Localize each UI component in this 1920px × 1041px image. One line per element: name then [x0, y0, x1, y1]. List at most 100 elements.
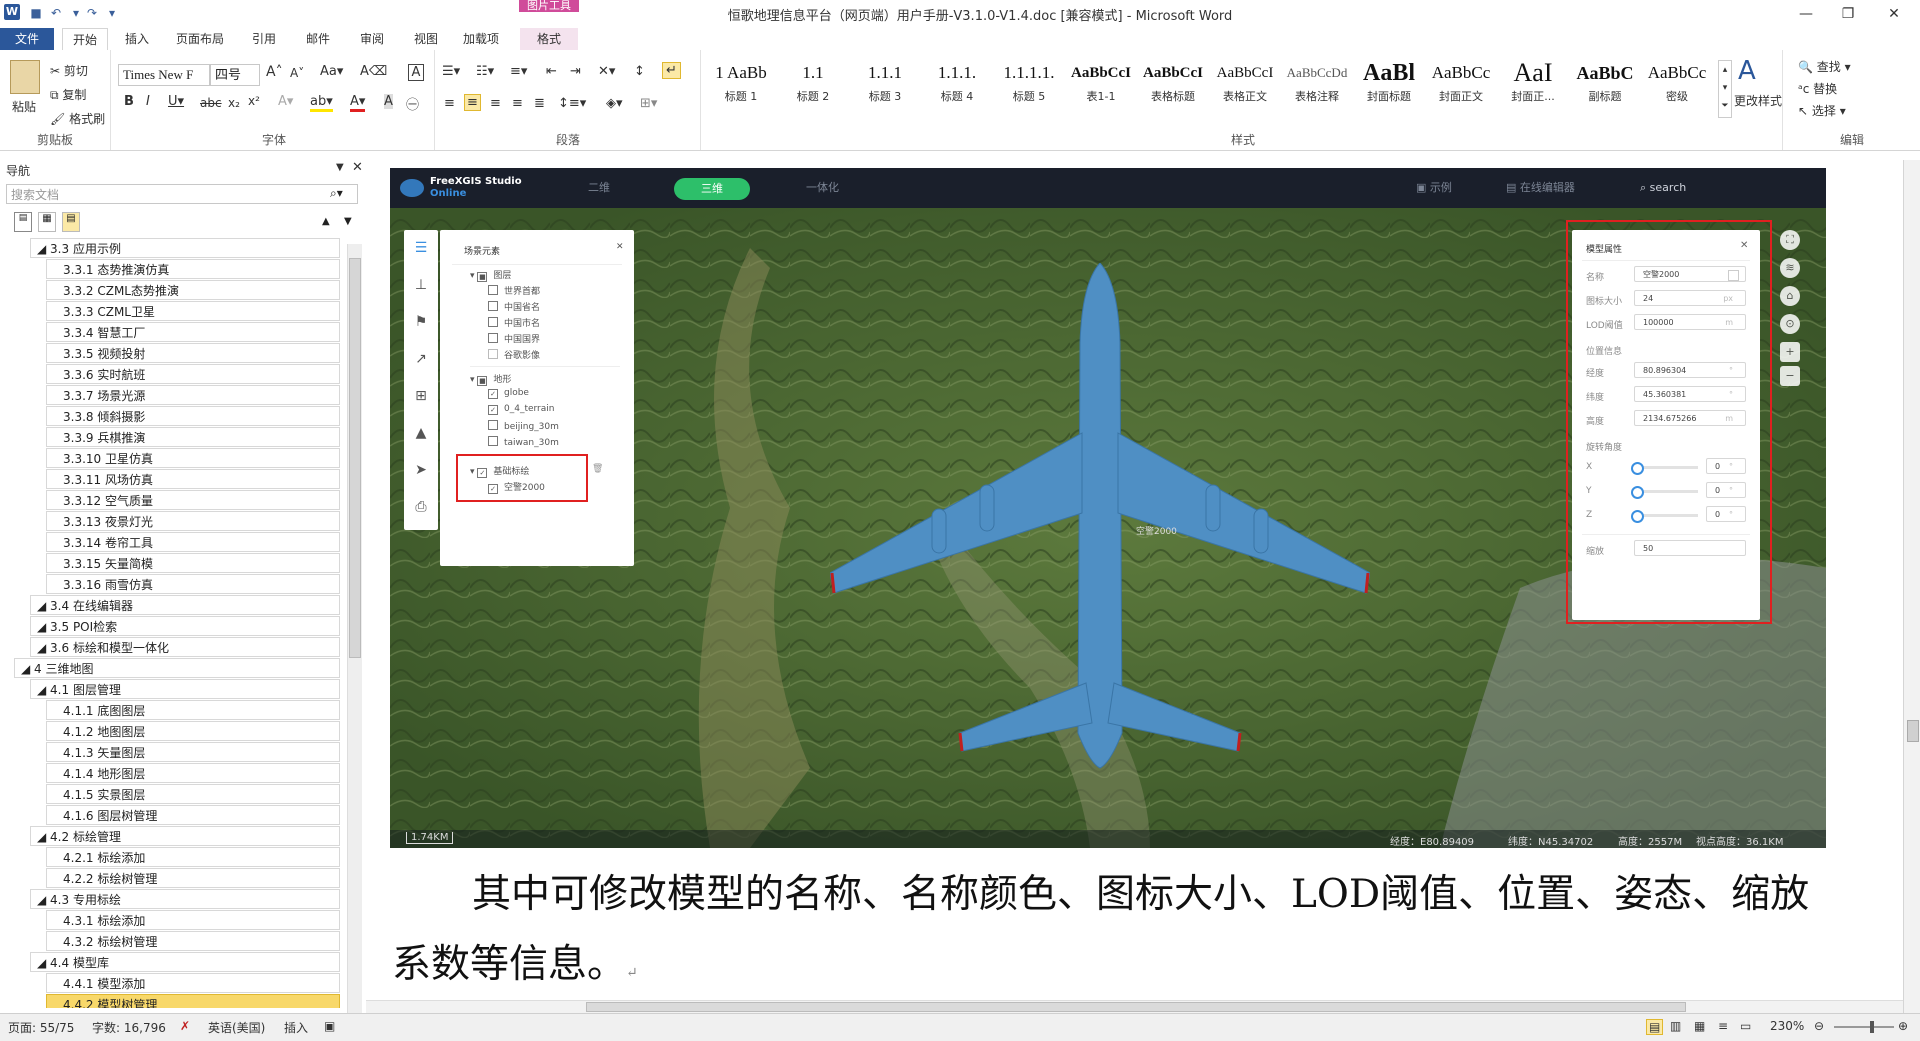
change-styles-icon[interactable]: A [1738, 56, 1756, 86]
full-screen-reading-icon[interactable]: ▥ [1670, 1019, 1681, 1033]
terrain-item[interactable]: beijing_30m [488, 420, 559, 432]
style-table-note[interactable]: AaBbCcDd 表格注释 [1282, 58, 1352, 116]
grow-font-icon[interactable]: A˄ [266, 64, 283, 80]
document-body-text[interactable]: 其中可修改模型的名称、名称颜色、图标大小、LOD阈值、位置、姿态、缩放系数等信息… [392, 860, 1832, 1008]
paste-icon[interactable] [10, 60, 40, 94]
nav-heading-item[interactable]: ◢ 3.4 在线编辑器 [30, 595, 340, 615]
align-center-icon[interactable]: ≡ [464, 94, 481, 111]
flag-icon[interactable]: ⚑ [404, 304, 438, 340]
style-cover-body-2[interactable]: AaI 封面正... [1498, 58, 1568, 116]
change-styles-button[interactable]: 更改样式 [1734, 92, 1782, 109]
nav-heading-item[interactable]: 4.4.2 模型树管理 [46, 994, 340, 1008]
nav-headings-view-icon[interactable]: ▤ [14, 212, 32, 232]
tab-review[interactable]: 审阅 [350, 28, 394, 50]
copy-button[interactable]: ⧉ 复制 [50, 86, 86, 103]
route-icon[interactable]: ↗ [404, 341, 438, 377]
nav-search-input[interactable]: 搜索文档 [6, 184, 358, 204]
tab-addins[interactable]: 加载项 [456, 28, 506, 50]
font-color-icon[interactable]: A▾ [350, 94, 366, 112]
tab-insert[interactable]: 插入 [116, 28, 158, 50]
tab-view[interactable]: 视图 [404, 28, 448, 50]
terrain-item[interactable]: ✓ 0_4_terrain [488, 404, 554, 415]
nav-heading-item[interactable]: 4.1.2 地图图层 [46, 721, 340, 741]
tab-format[interactable]: 格式 [520, 28, 578, 50]
zoom-out-icon[interactable]: − [1780, 366, 1800, 386]
layer-item[interactable]: 世界首都 [488, 284, 540, 297]
bullets-icon[interactable]: ☰▾ [442, 64, 460, 79]
online-editor-link[interactable]: ▤ 在线编辑器 [1506, 178, 1575, 198]
scene-elements-icon[interactable]: ☰ [404, 230, 438, 266]
format-painter-button[interactable]: 🖌 格式刷 [50, 110, 105, 127]
layer-item[interactable]: 谷歌影像 [488, 348, 540, 361]
superscript-icon[interactable]: x² [248, 94, 260, 108]
multilevel-list-icon[interactable]: ≡▾ [510, 64, 527, 79]
nav-heading-item[interactable]: 3.3.8 倾斜摄影 [46, 406, 340, 426]
style-classification[interactable]: AaBbCc 密级 [1642, 58, 1712, 116]
bold-icon[interactable]: B [124, 94, 134, 109]
nav-heading-item[interactable]: 3.3.13 夜景灯光 [46, 511, 340, 531]
style-cover-body[interactable]: AaBbCc 封面正文 [1426, 58, 1496, 116]
nav-heading-item[interactable]: 3.3.2 CZML态势推演 [46, 280, 340, 300]
save-icon[interactable]: ■ [28, 5, 44, 21]
compass-icon[interactable]: ⊙ [1780, 314, 1800, 334]
outline-icon[interactable]: ≡ [1718, 1019, 1728, 1033]
align-left-icon[interactable]: ≡ [444, 96, 455, 111]
nav-heading-item[interactable]: 4.1.5 实景图层 [46, 784, 340, 804]
nav-heading-item[interactable]: 4.3.1 标绘添加 [46, 910, 340, 930]
nav-heading-item[interactable]: ◢ 4.1 图层管理 [30, 679, 340, 699]
style-heading-1[interactable]: 1 AaBb 标题 1 [706, 58, 776, 116]
analysis-icon[interactable]: ⊞ [404, 378, 438, 414]
shading-icon[interactable]: ◈▾ [606, 96, 623, 111]
undo-icon[interactable]: ↶ [48, 5, 64, 21]
nav-next-icon[interactable]: ▼ [344, 216, 352, 227]
nav-heading-item[interactable]: 3.3.9 兵棋推演 [46, 427, 340, 447]
terrain-item[interactable]: taiwan_30m [488, 436, 559, 448]
nav-dropdown-icon[interactable]: ▼ [336, 162, 344, 173]
page-indicator[interactable]: 页面: 55/75 [8, 1019, 74, 1036]
nav-heading-item[interactable]: ◢ 3.6 标绘和模型一体化 [30, 637, 340, 657]
style-table-title[interactable]: AaBbCcI 表格标题 [1138, 58, 1208, 116]
find-button[interactable]: 🔍 查找 ▾ [1798, 58, 1851, 75]
style-heading-2[interactable]: 1.1 标题 2 [778, 58, 848, 116]
tab-integrated[interactable]: 一体化 [806, 178, 839, 198]
tab-mailings[interactable]: 邮件 [296, 28, 340, 50]
tab-page-layout[interactable]: 页面布局 [170, 28, 230, 50]
sort-icon[interactable]: ↕ [634, 64, 645, 79]
nav-heading-item[interactable]: 4.2.2 标绘树管理 [46, 868, 340, 888]
shrink-font-icon[interactable]: A˅ [290, 66, 304, 80]
nav-heading-item[interactable]: 3.3.16 雨雪仿真 [46, 574, 340, 594]
nav-heading-item[interactable]: 3.3.11 风场仿真 [46, 469, 340, 489]
nav-heading-item[interactable]: 3.3.14 卷帘工具 [46, 532, 340, 552]
style-heading-3[interactable]: 1.1.1 标题 3 [850, 58, 920, 116]
nav-heading-item[interactable]: ◢ 4 三维地图 [14, 658, 340, 678]
align-right-icon[interactable]: ≡ [490, 96, 501, 111]
word-count[interactable]: 字数: 16,796 [92, 1019, 166, 1036]
char-shading-icon[interactable]: A [384, 94, 393, 109]
style-subtitle[interactable]: AaBbC 副标题 [1570, 58, 1640, 116]
nav-heading-item[interactable]: 4.1.6 图层树管理 [46, 805, 340, 825]
enclose-char-icon[interactable]: ㊀ [406, 94, 419, 113]
nav-heading-item[interactable]: 4.3.2 标绘树管理 [46, 931, 340, 951]
zoom-level[interactable]: 230% [1770, 1019, 1804, 1033]
language-indicator[interactable]: 英语(美国) [208, 1019, 265, 1036]
nav-heading-item[interactable]: 4.2.1 标绘添加 [46, 847, 340, 867]
nav-results-view-icon[interactable]: ▤ [62, 212, 80, 232]
style-table-body[interactable]: AaBbCcI 表格正文 [1210, 58, 1280, 116]
zoom-in-icon[interactable]: + [1780, 342, 1800, 362]
terrain-item[interactable]: ✓ globe [488, 388, 529, 399]
zoom-out-button[interactable]: ⊖ [1814, 1019, 1824, 1033]
nav-heading-item[interactable]: 3.3.15 矢量简模 [46, 553, 340, 573]
nav-heading-item[interactable]: ◢ 4.3 专用标绘 [30, 889, 340, 909]
justify-icon[interactable]: ≡ [512, 96, 523, 111]
vertical-scrollbar[interactable] [1903, 160, 1920, 1013]
zoom-slider[interactable] [1834, 1021, 1894, 1033]
nav-heading-item[interactable]: 4.1.1 底图图层 [46, 700, 340, 720]
nav-heading-item[interactable]: 3.3.4 智慧工厂 [46, 322, 340, 342]
tab-3d[interactable]: 三维 [674, 178, 750, 200]
close-button[interactable]: ✕ [1874, 2, 1914, 26]
style-cover-title[interactable]: AaBl 封面标题 [1354, 58, 1424, 116]
delete-icon[interactable]: 🗑 [592, 464, 603, 474]
tab-references[interactable]: 引用 [242, 28, 286, 50]
styles-scroll-icon[interactable]: ▴ ▾ ⏷ [1718, 60, 1732, 118]
insert-mode[interactable]: 插入 [284, 1019, 308, 1036]
